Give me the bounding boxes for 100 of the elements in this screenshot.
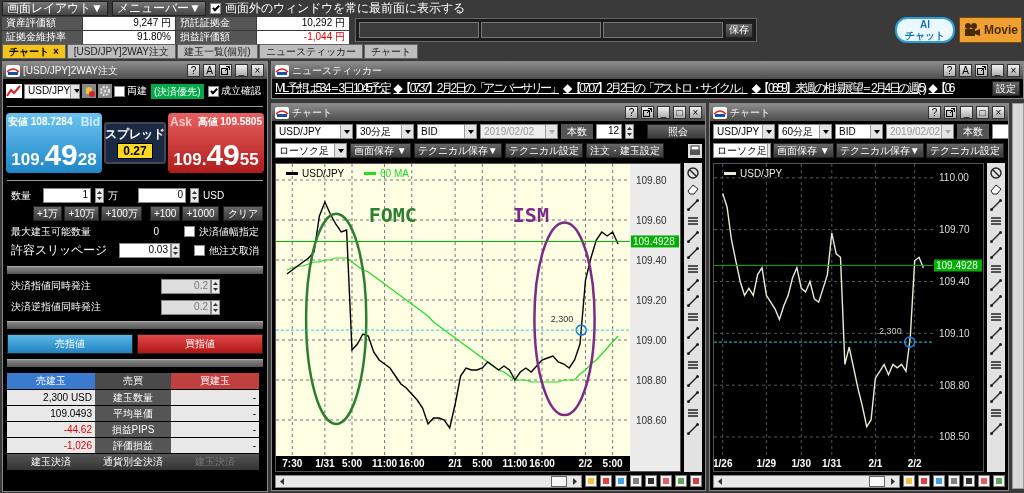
toolbar-button[interactable]: 画面保存 ▼ (773, 143, 834, 158)
toolbar-button[interactable]: テクニカル保存▼ (835, 143, 924, 158)
line-tool-icon[interactable] (989, 198, 1003, 212)
news-link[interactable]: ◆【07:07】2月2日の「アストロ・サイクル」 (563, 81, 748, 96)
title-bar-button[interactable]: ? (187, 64, 200, 77)
toolbar-button[interactable]: テクニカル設定 (925, 143, 1004, 158)
title-bar-button[interactable]: × (1007, 64, 1020, 77)
parallel-lines-icon[interactable] (686, 310, 700, 324)
line-tool-icon[interactable] (686, 390, 700, 404)
increment-button[interactable]: +100 (149, 206, 181, 221)
line-tool-icon[interactable] (686, 422, 700, 436)
title-bar-button[interactable]: A (959, 64, 972, 77)
ask-price-button[interactable]: Ask 高値 109.5805 109.4955 (168, 113, 264, 173)
confirm-checkbox[interactable] (207, 85, 219, 97)
title-bar-button[interactable]: _ (657, 106, 670, 119)
scrollbar-thumb[interactable] (551, 475, 567, 487)
title-bar-button[interactable]: □ (673, 106, 686, 119)
line-tool-icon[interactable] (686, 294, 700, 308)
parallel-lines-icon[interactable] (686, 406, 700, 420)
timeframe-select[interactable]: 60分足 (778, 124, 832, 139)
scrollbar-thumb[interactable] (869, 475, 885, 487)
title-bar-button[interactable]: _ (991, 64, 1004, 77)
line-tool-icon[interactable] (686, 342, 700, 356)
parallel-lines-icon[interactable] (989, 214, 1003, 228)
quantity-field[interactable]: 0 (138, 188, 186, 203)
tab[interactable]: 建玉一覧(個別) (176, 44, 258, 59)
close-position-button[interactable]: 建玉決済 (7, 454, 95, 470)
line-tool-icon[interactable] (989, 342, 1003, 356)
parallel-lines-icon[interactable] (989, 406, 1003, 420)
chart-tool-icon[interactable] (963, 475, 975, 487)
popout-button[interactable] (944, 106, 957, 119)
news-link[interactable]: ◆【06 (928, 81, 954, 96)
buy-limit-button[interactable]: 買指値 (137, 334, 263, 354)
splitter-handle[interactable] (7, 359, 263, 367)
splitter-handle[interactable] (7, 321, 263, 329)
chart-type-select[interactable]: ローソク足 (275, 143, 347, 158)
bars-field[interactable]: 12 (596, 124, 622, 139)
line-tool-icon[interactable] (686, 326, 700, 340)
line-tool-icon[interactable] (686, 230, 700, 244)
parallel-lines-icon[interactable] (989, 358, 1003, 372)
movie-button[interactable]: Movie (959, 17, 1022, 43)
line-tool-icon[interactable] (686, 246, 700, 260)
hedge-checkbox[interactable] (114, 85, 125, 97)
increment-button[interactable]: +100万 (101, 206, 142, 221)
pair-select[interactable]: USD/JPY (275, 124, 353, 139)
tab[interactable]: [USD/JPY]2WAY注文 (66, 44, 176, 59)
chart-tool-icon[interactable] (645, 475, 657, 487)
timeframe-select[interactable]: 30分足 (356, 124, 414, 139)
title-bar-button[interactable]: ? (625, 106, 638, 119)
parallel-lines-icon[interactable] (989, 262, 1003, 276)
line-tool-icon[interactable] (989, 422, 1003, 436)
horizontal-scrollbar[interactable] (275, 474, 582, 488)
news-link[interactable]: ◆【07:37】2月2日の「アニバーサリー」 (393, 81, 560, 96)
popout-button[interactable] (641, 106, 654, 119)
scroll-right-icon[interactable] (889, 476, 897, 486)
save-button[interactable]: 保存 (725, 22, 753, 38)
toolbar-button[interactable]: テクニカル設定 (504, 143, 583, 158)
bars-field[interactable] (992, 124, 1008, 139)
vertical-scrollbar[interactable] (1012, 103, 1024, 489)
title-bar-button[interactable]: ? (928, 106, 941, 119)
topmost-checkbox[interactable] (209, 2, 221, 14)
news-link[interactable]: ◆【06:59】来週の相場展望＝2月4日の週(5) (751, 81, 925, 96)
menu-button[interactable]: メニューバー▼ (111, 0, 206, 16)
pair-select[interactable]: USD/JPY (713, 124, 775, 139)
line-tool-icon[interactable] (989, 294, 1003, 308)
line-tool-icon[interactable] (989, 390, 1003, 404)
toolbar-button[interactable]: 注文・建玉設定 (585, 143, 664, 158)
tab[interactable]: ニュースティッカー (258, 44, 363, 59)
parallel-lines-icon[interactable] (686, 214, 700, 228)
parallel-lines-icon[interactable] (686, 358, 700, 372)
option-checkbox[interactable] (194, 245, 205, 256)
slippage-field[interactable]: 0.03 (119, 243, 171, 258)
settings-button[interactable]: 設定 (992, 81, 1020, 96)
toolbar-button[interactable]: テクニカル保存▼ (413, 143, 502, 158)
title-bar-button[interactable]: × (251, 64, 264, 77)
popout-button[interactable] (219, 64, 232, 77)
title-bar-button[interactable]: × (992, 106, 1005, 119)
parallel-lines-icon[interactable] (989, 310, 1003, 324)
line-tool-icon[interactable] (686, 278, 700, 292)
query-button[interactable]: 照会 (647, 124, 705, 139)
title-bar-button[interactable]: A (203, 64, 216, 77)
line-tool-icon[interactable] (989, 278, 1003, 292)
title-bar-button[interactable]: ? (943, 64, 956, 77)
horizontal-scrollbar[interactable] (713, 474, 900, 488)
line-tool-icon[interactable] (686, 198, 700, 212)
line-tool-icon[interactable] (989, 326, 1003, 340)
option-checkbox[interactable] (184, 226, 195, 237)
title-bar-button[interactable]: × (689, 106, 702, 119)
news-link[interactable]: ML 予想は53.4＝3日 10:45予定 (275, 81, 390, 96)
line-tool-icon[interactable] (989, 230, 1003, 244)
increment-button[interactable]: +1000 (182, 206, 219, 221)
tab[interactable]: チャート (363, 44, 418, 59)
increment-button[interactable]: +1万 (33, 206, 63, 221)
toolbar-button[interactable]: 画面保存 ▼ (350, 143, 411, 158)
clear-button[interactable]: クリア (223, 206, 263, 221)
eraser-icon[interactable] (686, 182, 700, 196)
tab[interactable]: チャート × (2, 44, 66, 59)
increment-button[interactable]: +10万 (64, 206, 100, 221)
ai-chat-button[interactable]: AI チャット (895, 17, 955, 43)
title-bar-button[interactable]: _ (960, 106, 973, 119)
